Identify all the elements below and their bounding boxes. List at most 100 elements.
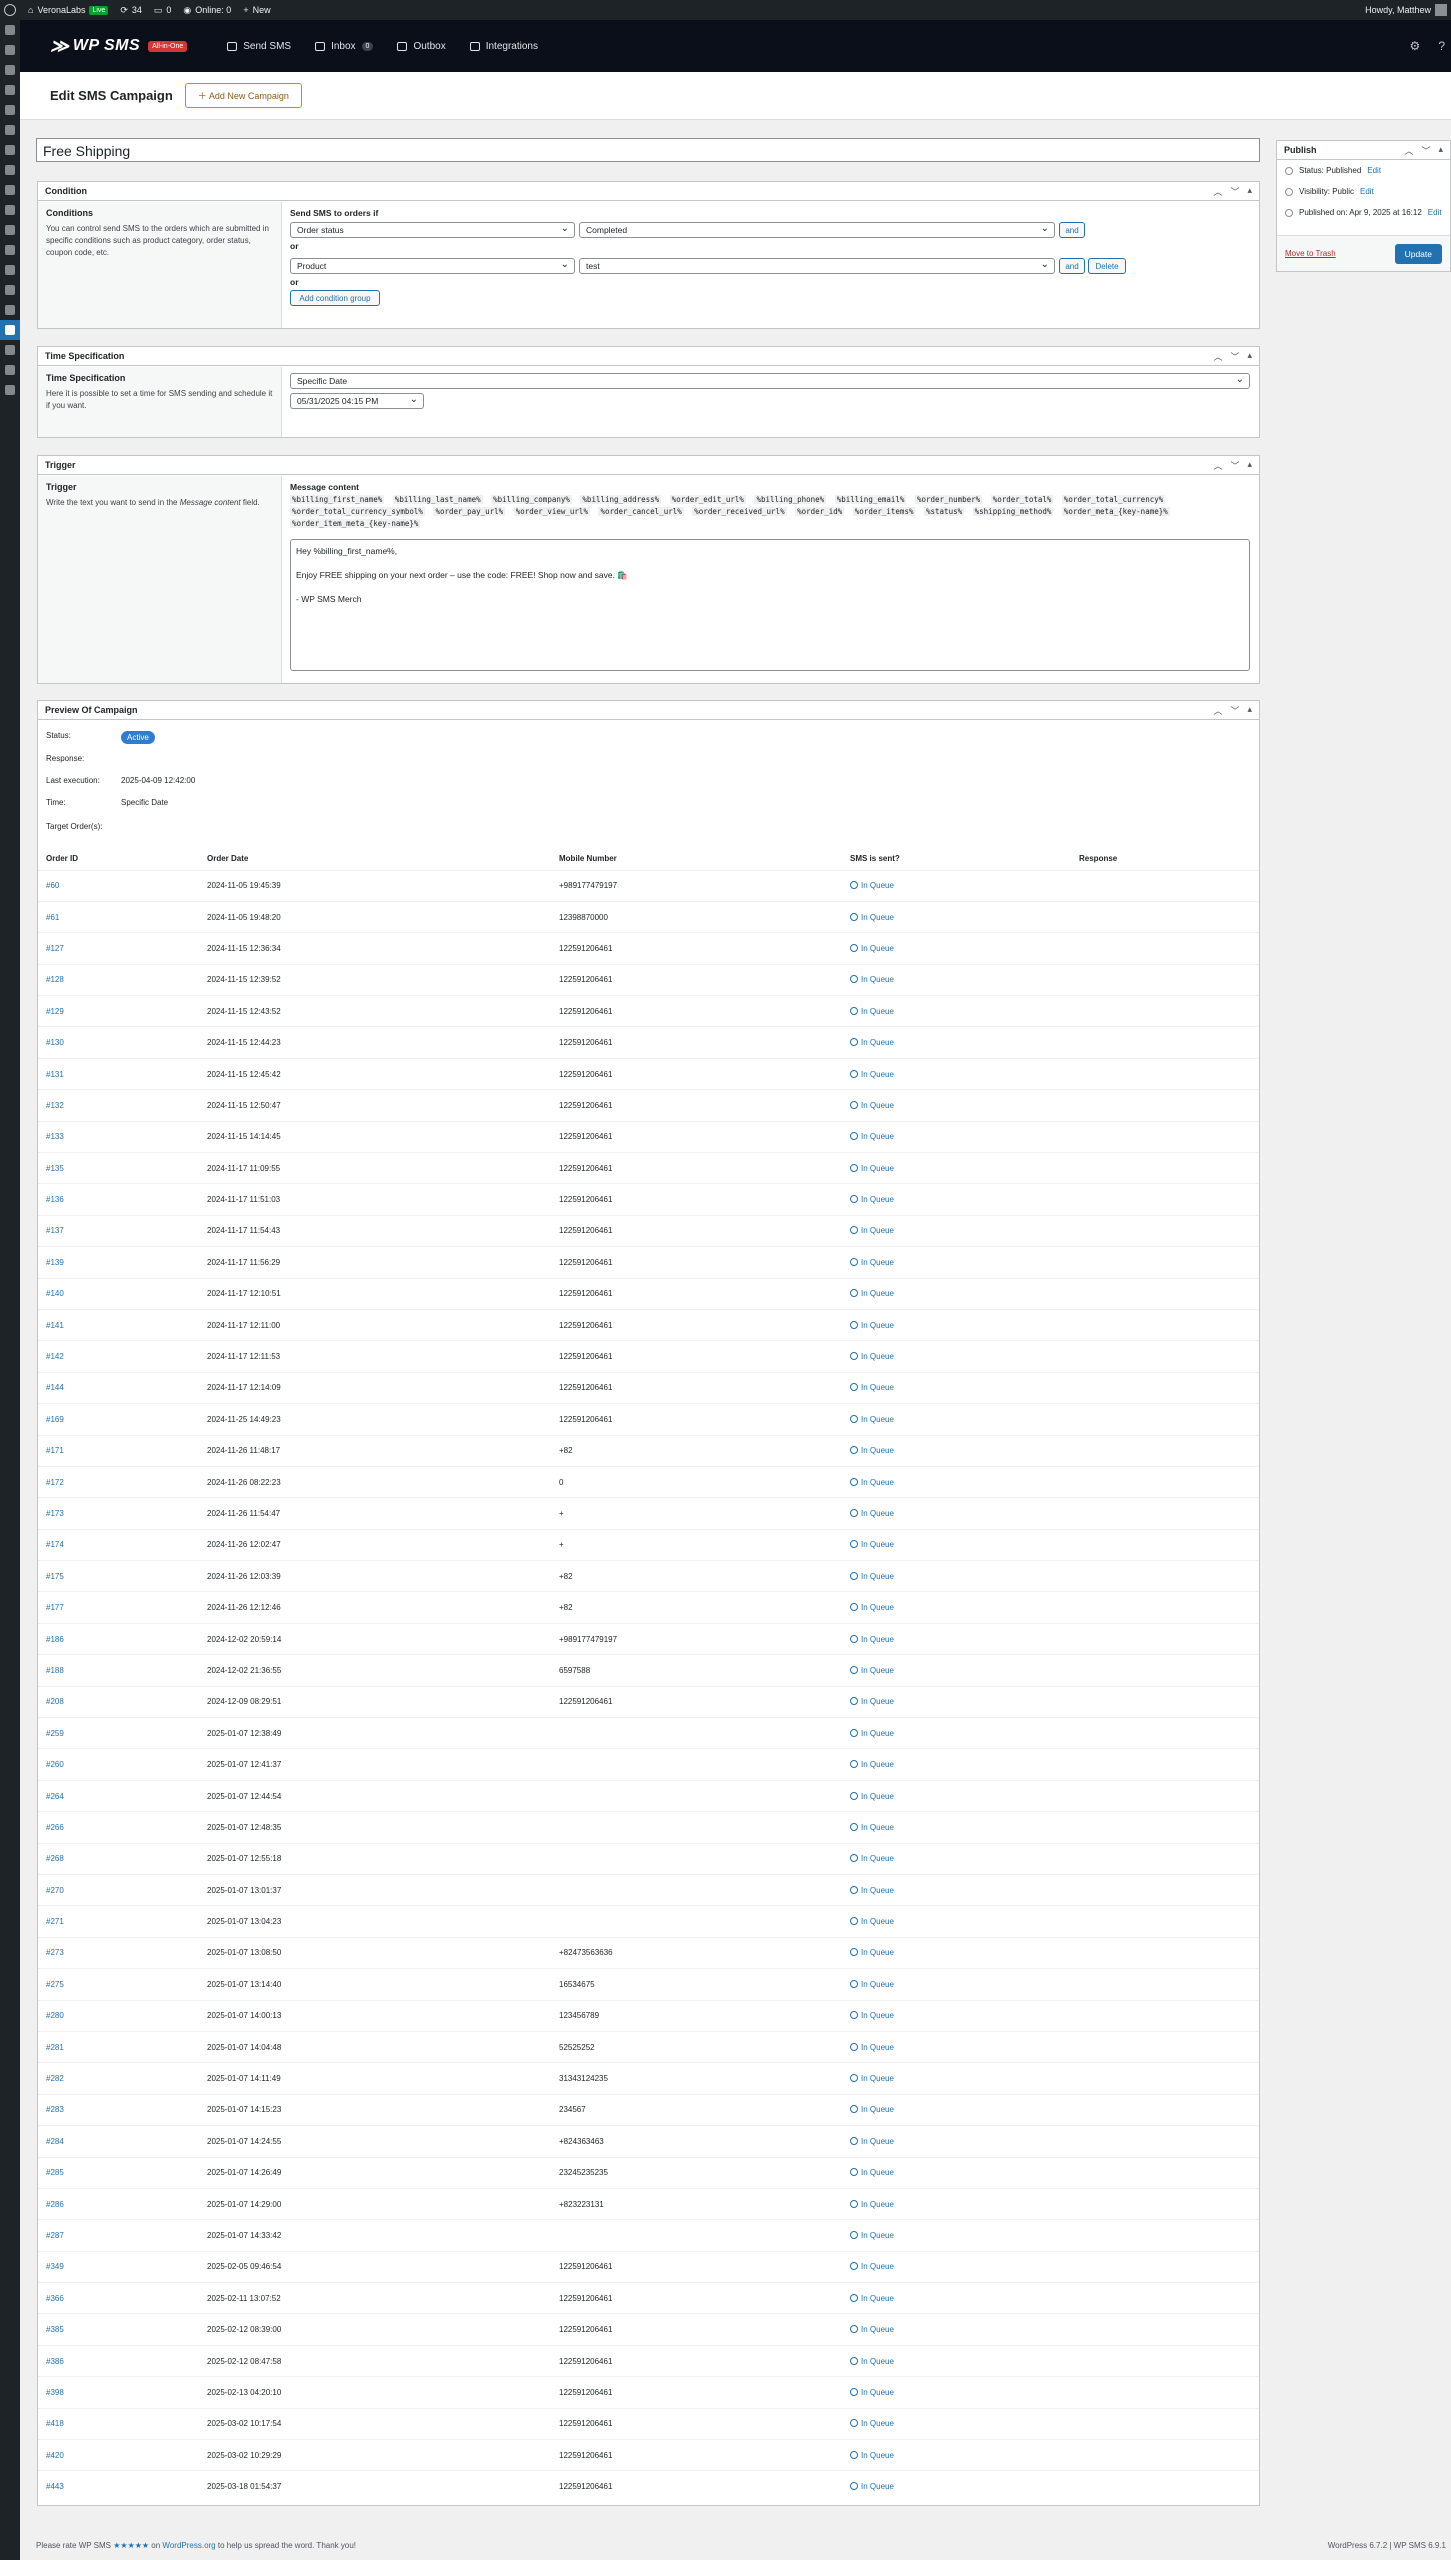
wordpress-org-link[interactable]: WordPress.org — [162, 2541, 215, 2550]
posts-menu-icon[interactable] — [0, 40, 20, 60]
wordpress-logo-icon[interactable] — [4, 4, 16, 16]
variable-tag[interactable]: %order_id% — [795, 507, 845, 516]
variable-tag[interactable]: %billing_email% — [834, 495, 907, 504]
move-down-icon[interactable]: ﹀ — [1421, 144, 1430, 157]
order-id-link[interactable]: #136 — [46, 1195, 64, 1204]
products-menu-icon[interactable] — [0, 140, 20, 160]
pages-menu-icon[interactable] — [0, 80, 20, 100]
edit-status-link[interactable]: Edit — [1367, 166, 1381, 175]
order-id-link[interactable]: #141 — [46, 1321, 64, 1330]
order-id-link[interactable]: #175 — [46, 1572, 64, 1581]
users-menu-icon[interactable] — [0, 260, 20, 280]
message-content-textarea[interactable]: Hey %billing_first_name%, Enjoy FREE shi… — [290, 539, 1250, 671]
order-id-link[interactable]: #127 — [46, 944, 64, 953]
nav-integrations[interactable]: Integrations — [469, 41, 538, 52]
settings-gear-icon[interactable]: ⚙ — [1410, 39, 1421, 53]
toggle-icon[interactable]: ▴ — [1438, 144, 1443, 157]
order-id-link[interactable]: #283 — [46, 2105, 64, 2114]
order-id-link[interactable]: #275 — [46, 1980, 64, 1989]
and-button-1[interactable]: and — [1059, 222, 1085, 238]
move-up-icon[interactable]: ︿ — [1213, 350, 1222, 363]
order-id-link[interactable]: #418 — [46, 2419, 64, 2428]
payments-menu-icon[interactable] — [0, 160, 20, 180]
delete-condition-button[interactable]: Delete — [1088, 258, 1126, 274]
order-id-link[interactable]: #188 — [46, 1666, 64, 1675]
campaign-title-input[interactable]: Free Shipping — [36, 138, 1260, 162]
variable-tag[interactable]: %order_total_currency_symbol% — [290, 507, 425, 516]
order-id-link[interactable]: #259 — [46, 1729, 64, 1738]
site-name-link[interactable]: ⌂ VeronaLabs Live — [28, 5, 109, 15]
sms-menu-icon[interactable] — [0, 340, 20, 360]
order-id-link[interactable]: #133 — [46, 1132, 64, 1141]
variable-tag[interactable]: %order_item_meta_{key-name}% — [290, 519, 421, 528]
order-id-link[interactable]: #144 — [46, 1383, 64, 1392]
variable-tag[interactable]: %order_total% — [990, 495, 1054, 504]
order-id-link[interactable]: #260 — [46, 1760, 64, 1769]
add-new-campaign-button[interactable]: ＋ Add New Campaign — [184, 83, 302, 108]
condition-value-select-1[interactable]: Completed — [579, 222, 1055, 238]
order-id-link[interactable]: #284 — [46, 2137, 64, 2146]
order-id-link[interactable]: #286 — [46, 2200, 64, 2209]
variable-tag[interactable]: %order_items% — [852, 507, 916, 516]
order-id-link[interactable]: #280 — [46, 2011, 64, 2020]
dashboard-menu-icon[interactable] — [0, 20, 20, 40]
variable-tag[interactable]: %billing_first_name% — [290, 495, 385, 504]
order-id-link[interactable]: #266 — [46, 1823, 64, 1832]
order-id-link[interactable]: #264 — [46, 1792, 64, 1801]
condition-field-select-1[interactable]: Order status — [290, 222, 575, 238]
analytics-menu-icon[interactable] — [0, 180, 20, 200]
edit-visibility-link[interactable]: Edit — [1360, 187, 1374, 196]
plugins-menu-icon[interactable] — [0, 240, 20, 260]
order-id-link[interactable]: #386 — [46, 2357, 64, 2366]
order-id-link[interactable]: #171 — [46, 1446, 64, 1455]
variable-tag[interactable]: %order_view_url% — [513, 507, 590, 516]
toggle-icon[interactable]: ▴ — [1247, 704, 1252, 717]
edit-date-link[interactable]: Edit — [1428, 208, 1442, 217]
order-id-link[interactable]: #135 — [46, 1164, 64, 1173]
order-id-link[interactable]: #137 — [46, 1226, 64, 1235]
order-id-link[interactable]: #169 — [46, 1415, 64, 1424]
nav-outbox[interactable]: Outbox — [397, 41, 446, 52]
appearance-menu-icon[interactable] — [0, 220, 20, 240]
updates-link[interactable]: ⟳ 34 — [120, 5, 142, 16]
update-button[interactable]: Update — [1394, 243, 1442, 264]
nav-inbox[interactable]: Inbox 0 — [315, 41, 374, 52]
move-down-icon[interactable]: ﹀ — [1230, 350, 1239, 363]
order-id-link[interactable]: #129 — [46, 1007, 64, 1016]
order-id-link[interactable]: #443 — [46, 2482, 64, 2491]
marketing-menu-icon[interactable] — [0, 200, 20, 220]
toggle-icon[interactable]: ▴ — [1247, 459, 1252, 472]
condition-value-select-2[interactable]: test — [579, 258, 1055, 274]
wp-sms-menu-icon[interactable] — [0, 320, 20, 340]
move-down-icon[interactable]: ﹀ — [1230, 459, 1239, 472]
move-to-trash-link[interactable]: Move to Trash — [1285, 249, 1336, 258]
variable-tag[interactable]: %order_total_currency% — [1061, 495, 1166, 504]
variable-tag[interactable]: %billing_address% — [580, 495, 662, 504]
woocommerce-menu-icon[interactable] — [0, 120, 20, 140]
wp-sms-logo[interactable]: ≫ WP SMS All-in-One — [50, 36, 188, 57]
order-id-link[interactable]: #140 — [46, 1289, 64, 1298]
order-id-link[interactable]: #173 — [46, 1509, 64, 1518]
order-id-link[interactable]: #177 — [46, 1603, 64, 1612]
order-id-link[interactable]: #208 — [46, 1697, 64, 1706]
my-account[interactable]: Howdy, Matthew — [1365, 4, 1447, 16]
and-button-2[interactable]: and — [1059, 258, 1085, 274]
move-up-icon[interactable]: ︿ — [1404, 144, 1413, 157]
condition-field-select-2[interactable]: Product — [290, 258, 575, 274]
variable-tag[interactable]: %order_cancel_url% — [598, 507, 684, 516]
order-id-link[interactable]: #60 — [46, 881, 59, 890]
order-id-link[interactable]: #131 — [46, 1070, 64, 1079]
time-type-select[interactable]: Specific Date — [290, 373, 1250, 389]
new-content-link[interactable]: + New — [243, 5, 270, 15]
order-id-link[interactable]: #186 — [46, 1635, 64, 1644]
move-down-icon[interactable]: ﹀ — [1230, 704, 1239, 717]
order-id-link[interactable]: #349 — [46, 2262, 64, 2271]
help-icon[interactable]: ? — [1438, 39, 1445, 53]
move-down-icon[interactable]: ﹀ — [1230, 185, 1239, 198]
datetime-input[interactable]: 05/31/2025 04:15 PM — [290, 393, 424, 409]
order-id-link[interactable]: #366 — [46, 2294, 64, 2303]
order-id-link[interactable]: #273 — [46, 1948, 64, 1957]
variable-tag[interactable]: %order_pay_url% — [433, 507, 506, 516]
tools-menu-icon[interactable] — [0, 280, 20, 300]
order-id-link[interactable]: #139 — [46, 1258, 64, 1267]
